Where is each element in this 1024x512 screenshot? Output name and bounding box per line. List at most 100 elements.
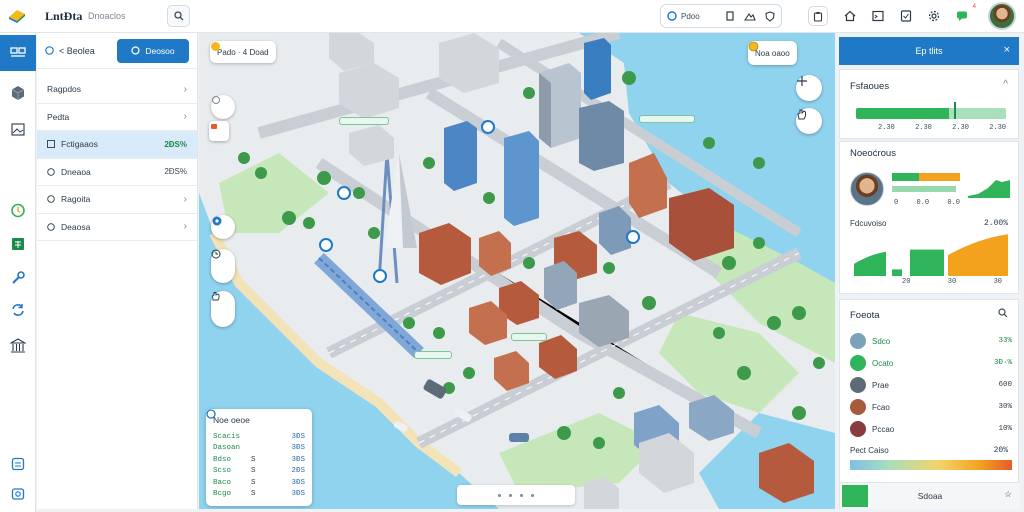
primary-action-label: Deosoo [145, 45, 175, 56]
people-panel: Foeota Sdco 33% Ocato 3Đ·% Prae 600 Fcao… [839, 299, 1020, 509]
page-dot[interactable] [520, 493, 523, 497]
view-shield-button[interactable] [765, 10, 775, 22]
map-control-layers[interactable] [209, 121, 229, 141]
hand-icon [212, 292, 220, 301]
map-canvas[interactable]: Pado · 4 Doad Noa oaoo Noe oeoe Scacis 3Đ… [199, 33, 835, 509]
home-button[interactable] [841, 7, 859, 25]
people-row-label: Fcao [872, 402, 890, 412]
wrench-icon [12, 271, 25, 284]
map-pin[interactable] [626, 230, 640, 244]
map-pagination[interactable] [457, 485, 575, 505]
analytics-bar [854, 251, 886, 276]
people-list: Sdco 33% Ocato 3Đ·% Prae 600 Fcao 30% Pc… [850, 330, 1012, 440]
coin-icon [748, 41, 759, 52]
side-item-1[interactable]: Pedta › [37, 104, 197, 131]
people-row-value: 33% [998, 337, 1012, 345]
clipboard-button[interactable] [808, 6, 828, 26]
legend-row: Bcgo S 3ĐS [213, 490, 305, 499]
map-status-chip[interactable]: Noa oaoo [748, 41, 797, 65]
details-panel-title: Ep tlits [915, 46, 943, 56]
app-logo-icon[interactable] [8, 8, 26, 24]
rail-timer-button[interactable] [9, 201, 27, 219]
rail-building-button[interactable] [9, 337, 27, 355]
rail-sheet-button[interactable] [9, 235, 27, 253]
legend-title: Noe oeoe [213, 415, 250, 425]
map-label-tag [339, 117, 389, 125]
side-item-3[interactable]: Dneaoa 2ĐS% [37, 159, 197, 186]
globe-icon [45, 46, 54, 55]
rail-3d-button[interactable] [9, 84, 27, 102]
people-row-label: Sdco [872, 336, 891, 346]
page-dot[interactable] [509, 493, 512, 497]
terminal-button[interactable] [869, 7, 887, 25]
clipboard-icon [813, 11, 823, 22]
zoom-in-button[interactable] [796, 75, 822, 101]
primary-action-button[interactable]: Deosoo [117, 38, 189, 63]
map-label-tag [511, 333, 547, 341]
side-item-4[interactable]: Ragoita › [37, 186, 197, 214]
settings-button[interactable] [925, 7, 943, 25]
analyst-avatar[interactable] [850, 172, 884, 206]
people-row[interactable]: Ocato 3Đ·% [850, 352, 1012, 374]
map-location-chip[interactable]: Pado · 4 Doad [210, 41, 276, 63]
shield-icon [765, 10, 775, 22]
view-chart-button[interactable] [743, 11, 756, 21]
map-label-tag [414, 351, 452, 359]
map-layers-icon [10, 47, 26, 57]
view-globe-button[interactable]: Pdoo [667, 11, 700, 21]
search-icon[interactable] [998, 308, 1008, 320]
globe-icon [667, 11, 677, 21]
analytics-bar [910, 249, 944, 276]
app-title: LntĐta [45, 9, 83, 23]
rail-tools-button[interactable] [9, 269, 27, 287]
close-icon[interactable]: × [1004, 44, 1010, 56]
notifications-button[interactable]: 4 [954, 4, 976, 25]
page-dot[interactable] [498, 493, 501, 497]
map-control-pan[interactable] [211, 291, 235, 327]
footer-gradient-bar [850, 460, 1012, 470]
map-pin[interactable] [337, 186, 351, 200]
side-item-label: Deaosa [61, 221, 91, 232]
map-control-rotate[interactable] [211, 95, 235, 119]
mini-area-chart [968, 180, 1010, 198]
map-control-compass[interactable] [211, 215, 235, 239]
tasks-button[interactable] [897, 7, 915, 25]
plus-icon [797, 76, 807, 86]
list-icon [47, 140, 55, 149]
people-row[interactable]: Prae 600 [850, 374, 1012, 396]
pan-button[interactable] [796, 108, 822, 134]
people-panel-footer[interactable]: Sdoaa ☆ [840, 482, 1020, 509]
rail-map-button[interactable] [0, 35, 36, 71]
people-row[interactable]: Pccao 10% [850, 418, 1012, 440]
view-building-button[interactable] [725, 11, 735, 21]
search-button[interactable] [167, 5, 190, 27]
compass-icon [212, 216, 222, 226]
people-row-label: Ocato [872, 358, 894, 368]
people-row[interactable]: Fcao 30% [850, 396, 1012, 418]
rail-gallery-button[interactable] [9, 120, 27, 138]
chevron-up-icon[interactable]: ^ [1003, 79, 1008, 90]
map-control-time[interactable] [211, 249, 235, 283]
map-pin[interactable] [481, 120, 495, 134]
map-pin[interactable] [373, 269, 387, 283]
analytics-panel: Noeoćrous 0 0.0 0.0 Fdcuvoiso 2.00% 20 30 30 [839, 141, 1019, 294]
side-item-0[interactable]: Ragpdos › [37, 76, 197, 104]
people-row-value: 3Đ·% [993, 359, 1012, 367]
rail-layers-button[interactable] [9, 455, 27, 473]
chevron-right-icon: › [183, 83, 187, 95]
people-row[interactable]: Sdco 33% [850, 330, 1012, 352]
side-item-5[interactable]: Deaosa › [37, 214, 197, 241]
side-item-label: Dneaoa [61, 166, 91, 177]
avatar [850, 377, 866, 393]
map-pin[interactable] [319, 238, 333, 252]
avatar [850, 421, 866, 437]
side-item-2[interactable]: Fctigaaos 2ĐS% [37, 131, 197, 159]
page-dot[interactable] [531, 493, 534, 497]
rail-camera-button[interactable] [9, 485, 27, 503]
chat-icon [957, 11, 967, 21]
back-button[interactable]: < Beolea [45, 46, 95, 56]
star-icon[interactable]: ☆ [1004, 489, 1012, 500]
user-avatar[interactable] [988, 2, 1016, 30]
avatar [850, 355, 866, 371]
rail-sync-button[interactable] [9, 301, 27, 319]
